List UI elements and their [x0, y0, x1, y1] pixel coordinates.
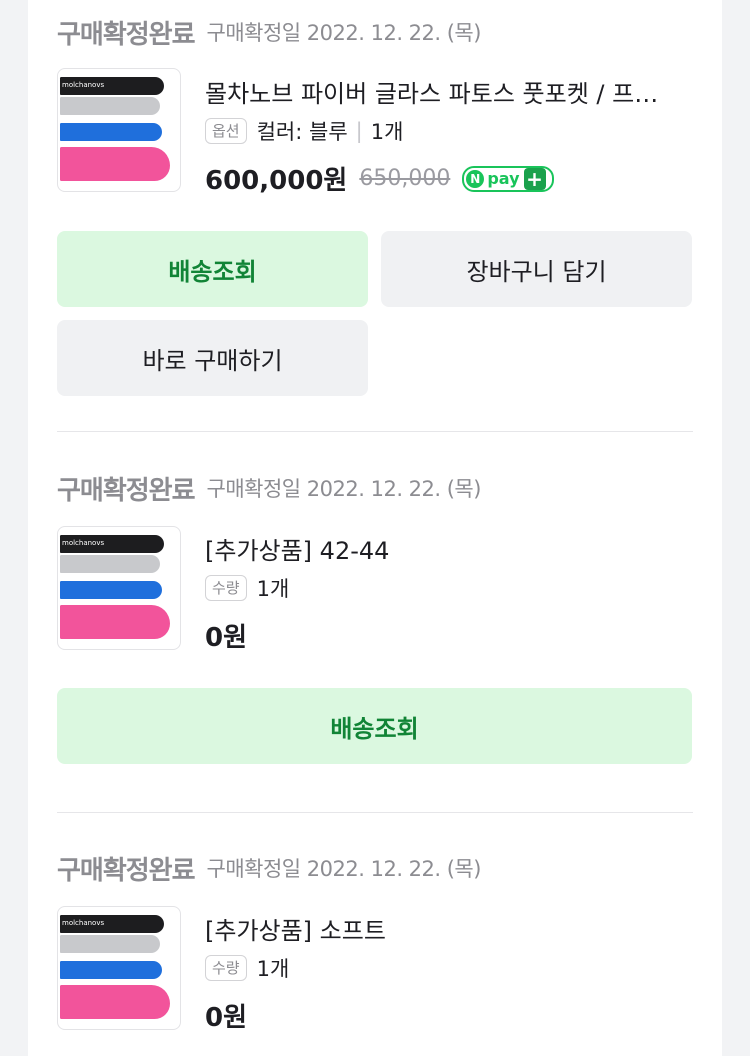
quantity-text: 1개	[256, 577, 290, 601]
order-status-row: 구매확정완료 구매확정일 2022. 12. 22. (목)	[57, 468, 481, 508]
quantity-text: 1개	[370, 120, 404, 144]
order-divider	[57, 812, 693, 813]
npay-plus-badge: N pay +	[462, 165, 554, 192]
track-delivery-button[interactable]: 배송조회	[57, 688, 692, 764]
fin-blue-image	[60, 961, 162, 979]
thumb-brand-text: molchanovs	[62, 919, 105, 927]
fin-blue-image	[60, 581, 162, 599]
fin-silver-image	[60, 97, 160, 115]
order-history-card: 구매확정완료 구매확정일 2022. 12. 22. (목) molchanov…	[28, 0, 722, 1056]
order-status: 구매확정완료	[57, 475, 196, 506]
product-thumbnail[interactable]: molchanovs	[57, 906, 181, 1030]
npay-label: pay	[487, 169, 520, 188]
sale-price: 600,000원	[205, 166, 348, 196]
thumb-brand-text: molchanovs	[62, 81, 105, 89]
product-title[interactable]: 몰차노브 파이버 글라스 파토스 풋포켓 / 프…	[205, 74, 685, 109]
price-row: 0원	[205, 997, 247, 1034]
quantity-text: 1개	[256, 957, 290, 981]
fin-pink-image	[60, 985, 170, 1019]
divider-bar: |	[355, 119, 363, 143]
fin-silver-image	[60, 935, 160, 953]
product-title[interactable]: [추가상품] 42-44	[205, 531, 685, 566]
confirm-date: 구매확정일 2022. 12. 22. (목)	[206, 21, 482, 45]
confirm-date: 구매확정일 2022. 12. 22. (목)	[206, 857, 482, 881]
quantity-badge: 수량	[205, 955, 247, 981]
order-divider	[57, 431, 693, 432]
order-status-row: 구매확정완료 구매확정일 2022. 12. 22. (목)	[57, 12, 481, 52]
original-price: 650,000	[359, 166, 451, 191]
product-thumbnail[interactable]: molchanovs	[57, 68, 181, 192]
sale-price: 0원	[205, 1003, 248, 1033]
thumb-brand-text: molchanovs	[62, 539, 105, 547]
option-row: 옵션 컬러: 블루 | 1개	[205, 116, 403, 146]
naver-n-icon: N	[466, 169, 485, 188]
fin-blue-image	[60, 123, 162, 141]
option-badge: 옵션	[205, 118, 247, 144]
plus-icon: +	[523, 167, 546, 190]
product-title[interactable]: [추가상품] 소프트	[205, 911, 685, 946]
add-to-cart-button[interactable]: 장바구니 담기	[381, 231, 692, 307]
sale-price: 0원	[205, 623, 248, 653]
order-status-row: 구매확정완료 구매확정일 2022. 12. 22. (목)	[57, 848, 481, 888]
product-thumbnail[interactable]: molchanovs	[57, 526, 181, 650]
track-delivery-button[interactable]: 배송조회	[57, 231, 368, 307]
fin-pink-image	[60, 605, 170, 639]
order-status: 구매확정완료	[57, 855, 196, 886]
confirm-date: 구매확정일 2022. 12. 22. (목)	[206, 477, 482, 501]
fin-silver-image	[60, 555, 160, 573]
option-text: 컬러: 블루	[256, 120, 348, 144]
option-row: 수량 1개	[205, 953, 289, 983]
price-row: 0원	[205, 617, 247, 654]
order-status: 구매확정완료	[57, 19, 196, 50]
option-row: 수량 1개	[205, 573, 289, 603]
price-row: 600,000원 650,000 N pay +	[205, 160, 554, 197]
quantity-badge: 수량	[205, 575, 247, 601]
buy-now-button[interactable]: 바로 구매하기	[57, 320, 368, 396]
fin-pink-image	[60, 147, 170, 181]
